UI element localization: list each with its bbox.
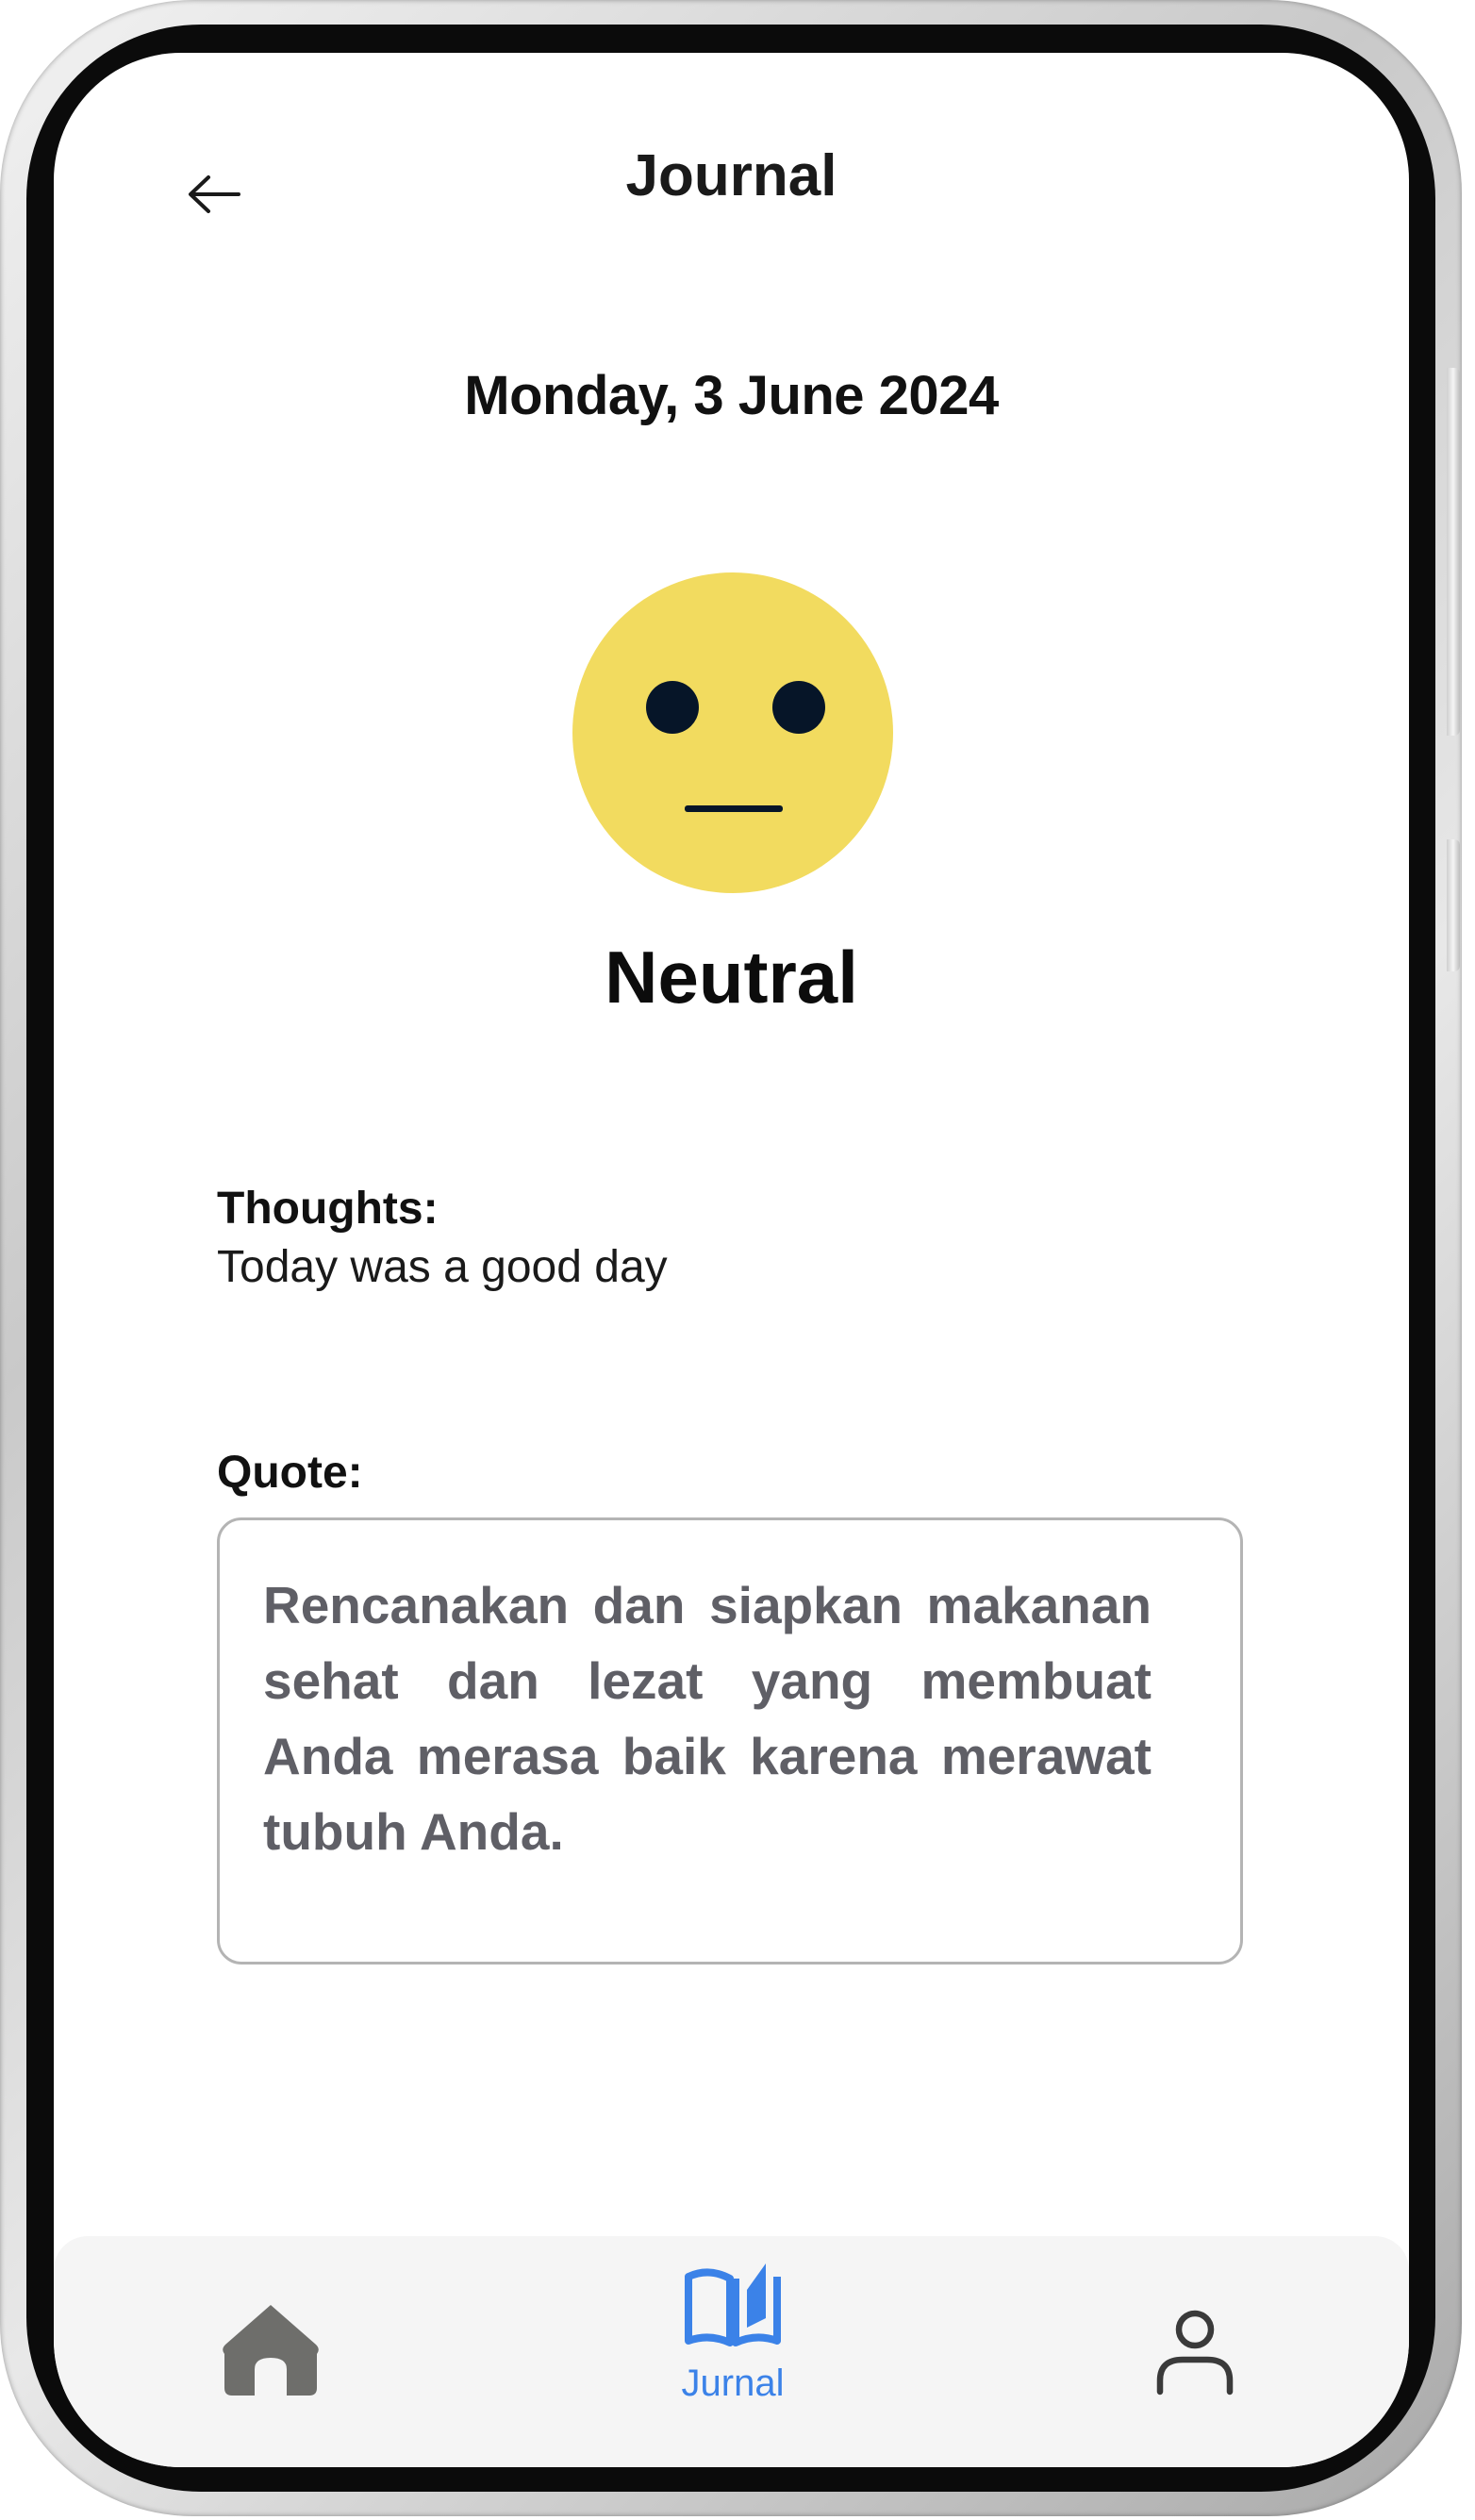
app-screen: Journal Monday, 3 June 2024 Neutral Thou…: [54, 53, 1409, 2467]
power-button: [1447, 839, 1460, 971]
quote-label: Quote:: [217, 1448, 363, 1498]
home-icon: [223, 2305, 319, 2396]
quote-text: Rencanakan dan siapkan makanan sehat dan…: [263, 1576, 1152, 1861]
nav-journal-label: Jurnal: [681, 2362, 785, 2404]
nav-profile-button[interactable]: [1152, 2307, 1237, 2401]
page-title: Journal: [625, 143, 837, 208]
quote-box: Rencanakan dan siapkan makanan sehat dan…: [217, 1517, 1243, 1965]
open-book-icon: [685, 2263, 781, 2346]
neutral-face-icon: [572, 572, 893, 893]
user-icon: [1156, 2310, 1234, 2396]
thoughts-label: Thoughts:: [217, 1184, 439, 1234]
mood-label: Neutral: [605, 936, 858, 1019]
entry-date: Monday, 3 June 2024: [464, 365, 999, 426]
volume-button: [1447, 368, 1460, 736]
nav-journal-button[interactable]: Jurnal: [638, 2260, 827, 2448]
thoughts-text: Today was a good day: [217, 1242, 668, 1292]
bottom-navigation: Jurnal: [54, 2236, 1409, 2467]
nav-home-button[interactable]: [219, 2297, 323, 2401]
